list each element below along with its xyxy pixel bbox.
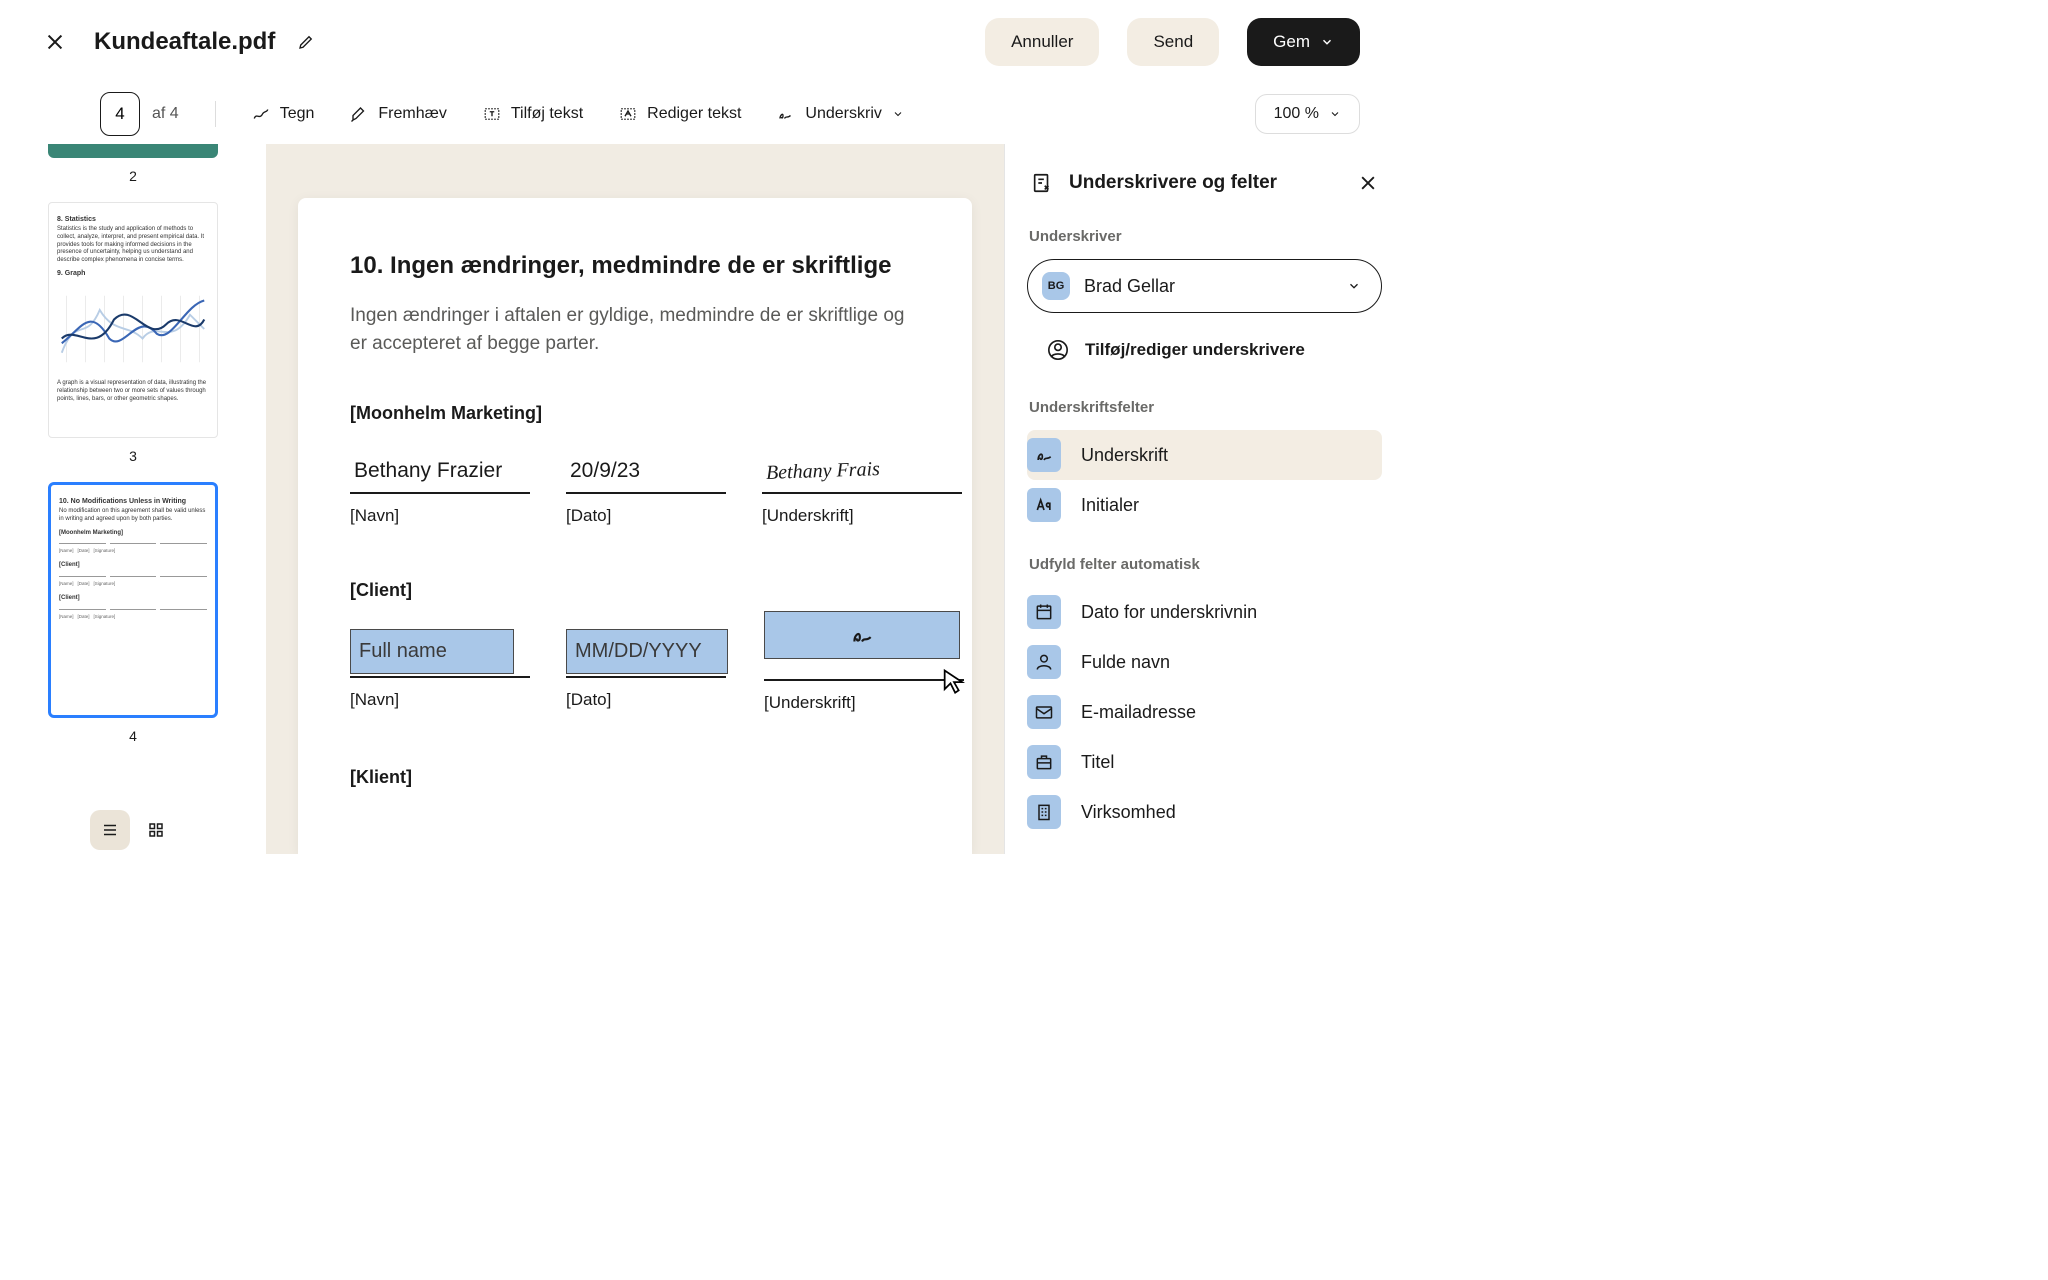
mail-icon (1034, 702, 1054, 722)
edit-text-icon (619, 105, 637, 123)
initials-icon (1034, 495, 1054, 515)
chevron-down-icon (892, 108, 904, 120)
thumbnail-label: 2 (48, 168, 218, 184)
sign-icon (777, 105, 795, 123)
party3-label: [Klient] (350, 767, 920, 788)
send-button[interactable]: Send (1127, 18, 1219, 66)
draw-icon (252, 105, 270, 123)
thumbnail-label: 3 (48, 448, 218, 464)
person-icon (1047, 339, 1069, 361)
view-grid-button[interactable] (136, 810, 176, 850)
tool-edit-text[interactable]: Rediger tekst (619, 105, 741, 123)
page-number-input[interactable] (100, 92, 140, 136)
cursor-icon (940, 667, 968, 695)
tool-highlight[interactable]: Fremhæv (350, 105, 446, 123)
chevron-down-icon (1320, 35, 1334, 49)
party1-name: Bethany Frazier (350, 452, 530, 494)
add-signer-button[interactable]: Tilføj/rediger underskrivere (1027, 331, 1382, 369)
signature-icon (849, 622, 875, 648)
document-page[interactable]: 10. Ingen ændringer, medmindre de er skr… (298, 198, 972, 854)
section-sigfields: Underskriftsfelter (1027, 399, 1382, 416)
doc-body: Ingen ændringer i aftalen er gyldige, me… (350, 302, 910, 357)
briefcase-icon (1034, 752, 1054, 772)
highlight-icon (350, 105, 368, 123)
section-autofill: Udfyld felter automatisk (1027, 556, 1382, 573)
party2-label: [Client] (350, 580, 920, 601)
panel-icon (1031, 172, 1053, 194)
party1-label: [Moonhelm Marketing] (350, 403, 920, 424)
field-sign-date[interactable]: Dato for underskrivnin (1027, 587, 1382, 637)
tool-add-text[interactable]: Tilføj tekst (483, 105, 583, 123)
signature-icon (1034, 445, 1054, 465)
view-list-button[interactable] (90, 810, 130, 850)
field-company[interactable]: Virksomhed (1027, 787, 1382, 837)
add-text-icon (483, 105, 501, 123)
panel-title: Underskrivere og felter (1069, 172, 1342, 194)
party1-signature: Bethany Frais (762, 452, 962, 494)
thumbnail-page-2[interactable] (48, 144, 218, 158)
thumbnail-page-4[interactable]: 10. No Modifications Unless in Writing N… (48, 482, 218, 718)
tool-draw[interactable]: Tegn (252, 105, 315, 123)
person-icon (1034, 652, 1054, 672)
signature-field[interactable] (764, 611, 960, 659)
tool-sign[interactable]: Underskriv (777, 105, 903, 123)
thumbnail-page-3[interactable]: 8. Statistics Statistics is the study an… (48, 202, 218, 438)
doc-heading: 10. Ingen ændringer, medmindre de er skr… (350, 252, 920, 280)
thumbnail-label: 4 (48, 728, 218, 744)
field-signature[interactable]: Underskrift (1027, 430, 1382, 480)
field-initials[interactable]: Initialer (1027, 480, 1382, 530)
party1-date: 20/9/23 (566, 452, 726, 494)
save-button[interactable]: Gem (1247, 18, 1360, 66)
calendar-icon (1034, 602, 1054, 622)
signers-panel: Underskrivere og felter Underskriver BG … (1004, 144, 1404, 854)
building-icon (1034, 802, 1054, 822)
grid-icon (147, 821, 165, 839)
date-field[interactable]: MM/DD/YYYY (566, 629, 728, 674)
edit-title-icon[interactable] (297, 33, 315, 51)
field-email[interactable]: E-mailadresse (1027, 687, 1382, 737)
thumbnail-sidebar: 2 8. Statistics Statistics is the study … (0, 144, 266, 854)
close-icon[interactable] (44, 31, 66, 53)
field-title[interactable]: Titel (1027, 737, 1382, 787)
avatar: BG (1042, 272, 1070, 300)
chevron-down-icon (1347, 279, 1361, 293)
signer-select[interactable]: BG Brad Gellar (1027, 259, 1382, 313)
fullname-field[interactable]: Full name (350, 629, 514, 674)
list-icon (101, 821, 119, 839)
document-title: Kundeaftale.pdf (94, 28, 275, 56)
section-signer: Underskriver (1027, 228, 1382, 245)
thumbnail-chart (57, 284, 209, 374)
cancel-button[interactable]: Annuller (985, 18, 1099, 66)
zoom-select[interactable]: 100 % (1255, 94, 1360, 134)
page-total: af 4 (152, 105, 179, 123)
field-fullname[interactable]: Fulde navn (1027, 637, 1382, 687)
chevron-down-icon (1329, 108, 1341, 120)
close-panel-icon[interactable] (1358, 173, 1378, 193)
document-canvas: 10. Ingen ændringer, medmindre de er skr… (266, 144, 1004, 854)
